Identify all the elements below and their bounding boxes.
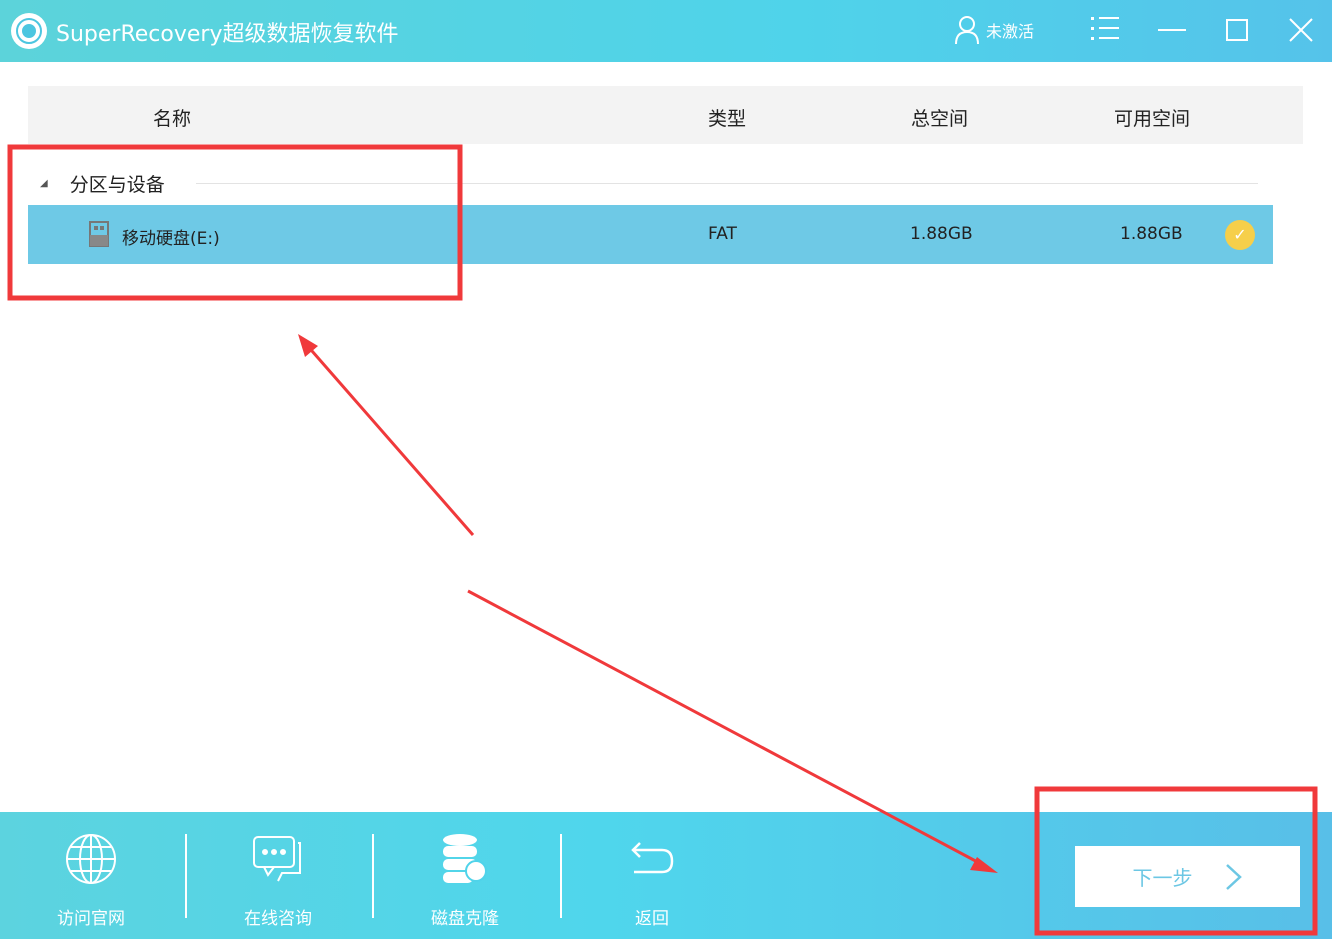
- globe-icon: [31, 832, 151, 886]
- table-header: 名称 类型 总空间 可用空间: [28, 86, 1303, 144]
- group-partitions[interactable]: ◢ 分区与设备: [40, 170, 165, 197]
- chevron-right-icon: [1225, 863, 1242, 890]
- database-icon: [405, 832, 525, 886]
- drive-free: 1.88GB: [1120, 224, 1183, 244]
- user-icon: [955, 16, 979, 45]
- header-name[interactable]: 名称: [153, 104, 191, 131]
- divider: [196, 183, 1258, 184]
- menu-icon[interactable]: [1089, 14, 1123, 48]
- selected-check-icon[interactable]: ✓: [1225, 220, 1255, 250]
- divider: [560, 834, 562, 918]
- activation-status: 未激活: [986, 22, 1035, 41]
- close-icon[interactable]: [1283, 14, 1317, 48]
- app-title: SuperRecovery超级数据恢复软件: [56, 22, 399, 47]
- app-logo-icon: [11, 13, 47, 49]
- account-button[interactable]: 未激活: [954, 15, 1034, 45]
- drive-name: 移动硬盘(E:): [122, 229, 220, 249]
- drive-total: 1.88GB: [910, 224, 973, 244]
- header-total[interactable]: 总空间: [911, 104, 968, 131]
- undo-arrow-icon: [592, 832, 712, 886]
- back-button[interactable]: 返回: [592, 832, 712, 929]
- table-row[interactable]: 移动硬盘(E:) FAT 1.88GB 1.88GB ✓: [28, 205, 1273, 264]
- visit-website-button[interactable]: 访问官网: [31, 832, 151, 929]
- minimize-icon[interactable]: [1154, 14, 1188, 48]
- group-label: 分区与设备: [69, 174, 165, 196]
- disk-clone-button[interactable]: 磁盘克隆: [405, 832, 525, 929]
- next-step-button[interactable]: 下一步: [1075, 846, 1300, 907]
- visit-website-label: 访问官网: [57, 909, 125, 929]
- drive-icon: [89, 221, 109, 247]
- online-chat-button[interactable]: 在线咨询: [218, 832, 338, 929]
- drive-type: FAT: [708, 224, 737, 244]
- back-label: 返回: [635, 909, 669, 929]
- online-chat-label: 在线咨询: [244, 909, 312, 929]
- annotation-arrow-up: [303, 342, 475, 536]
- title-bar: SuperRecovery超级数据恢复软件 未激活: [0, 0, 1332, 62]
- header-free[interactable]: 可用空间: [1114, 104, 1190, 131]
- chat-icon: [218, 832, 338, 886]
- next-step-label: 下一步: [1132, 866, 1193, 890]
- disk-clone-label: 磁盘克隆: [431, 909, 499, 929]
- collapse-triangle-icon[interactable]: ◢: [40, 178, 48, 189]
- maximize-icon[interactable]: [1219, 14, 1253, 48]
- header-type[interactable]: 类型: [708, 104, 746, 131]
- footer-bar: 访问官网 在线咨询 磁盘克隆 返回 下一步: [0, 812, 1332, 939]
- divider: [372, 834, 374, 918]
- divider: [185, 834, 187, 918]
- annotation-arrowhead-up: [298, 334, 318, 357]
